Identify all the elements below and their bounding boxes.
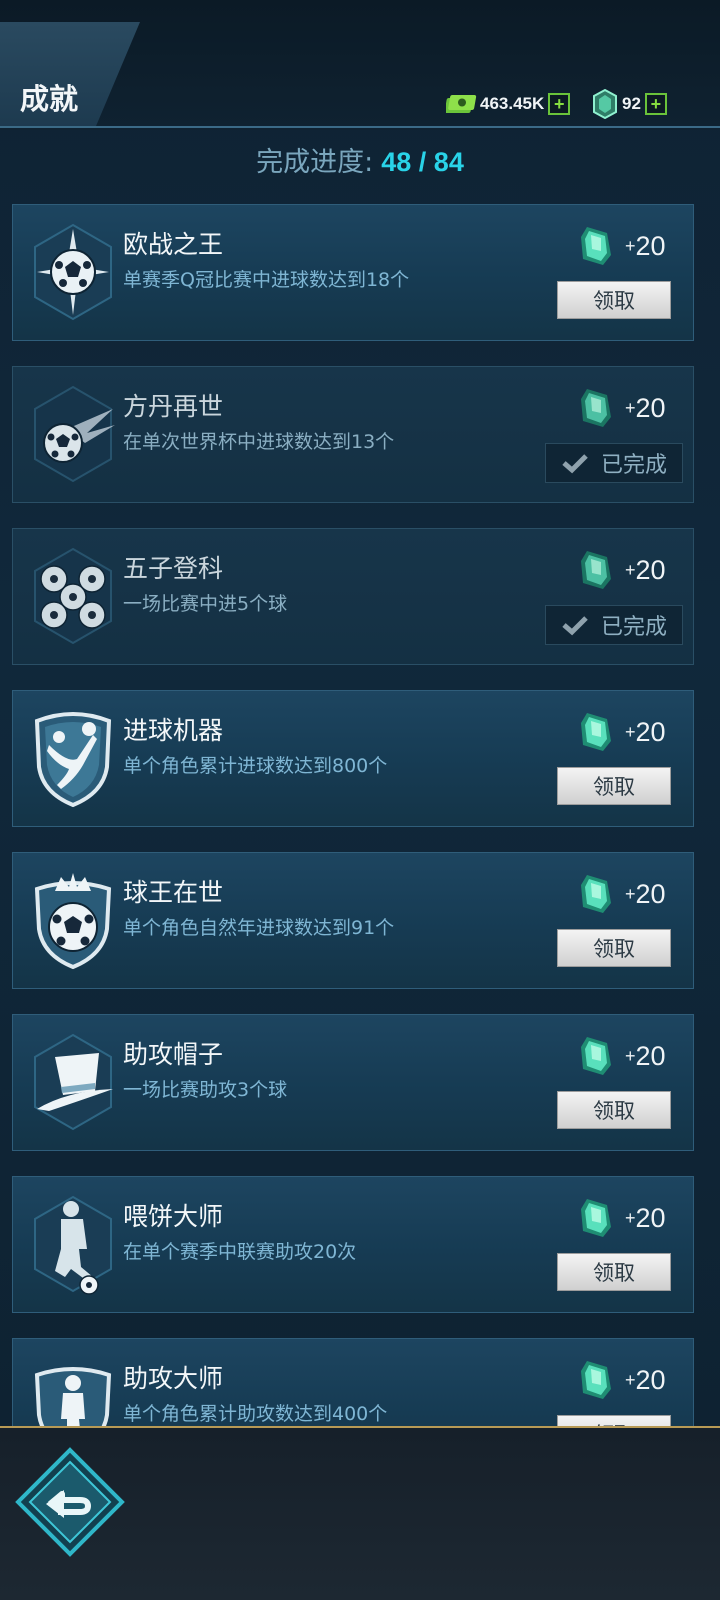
achievement-description: 单个角色累计助攻数达到400个 [123,1403,388,1425]
achievement-list[interactable]: 欧战之王 单赛季Q冠比赛中进球数达到18个 +20 领取 方丹再世 在单次世界杯… [12,204,708,1426]
gem-reward-icon [581,389,611,427]
gem-icon [593,89,617,119]
reward-amount: +20 [625,879,666,909]
five-balls-icon [34,547,112,645]
claim-button[interactable]: 领取 [557,1415,671,1426]
achievement-description: 一场比赛助攻3个球 [123,1079,288,1101]
reward-amount: +20 [625,717,666,747]
completed-label: 已完成 [600,453,667,478]
back-button[interactable] [14,1446,126,1558]
page-title: 成就 [20,82,79,116]
gem-reward-icon [581,875,611,913]
achievement-description: 在单次世界杯中进球数达到13个 [123,431,395,453]
achievement-description: 一场比赛中进5个球 [123,593,288,615]
gem-value: 92 [622,94,641,113]
player-shield-icon [34,1367,112,1426]
achievement-card: 进球机器 单个角色累计进球数达到800个 +20 领取 [12,690,694,827]
add-gems-button[interactable]: + [644,93,667,115]
achievement-title: 方丹再世 [123,392,224,421]
top-bar: 成就 463.45K + 92 + [0,0,720,130]
gem-reward-icon [581,1361,611,1399]
achievement-title: 球王在世 [123,878,224,907]
player-assist-icon [34,1195,112,1295]
achievement-card: 喂饼大师 在单个赛季中联赛助攻20次 +20 领取 [12,1176,694,1313]
checkmark-icon [562,616,588,636]
flying-ball-icon [34,385,115,483]
checkmark-icon [562,454,588,474]
gem-reward-icon [581,1037,611,1075]
achievement-title: 欧战之王 [123,230,224,259]
achievement-card: 助攻大师 单个角色累计助攻数达到400个 +20 领取 [12,1338,694,1426]
bicycle-kick-shield-icon [34,712,112,808]
gem-counter: 92 + [592,89,667,119]
achievement-title: 五子登科 [123,554,224,583]
add-cash-button[interactable]: + [548,93,571,115]
achievement-description: 单个角色累计进球数达到800个 [123,755,388,777]
completed-badge: 已完成 [545,605,683,645]
claim-button[interactable]: 领取 [557,929,671,967]
claim-button[interactable]: 领取 [557,1253,671,1291]
achievement-card: 球王在世 单个角色自然年进球数达到91个 +20 领取 [12,852,694,989]
gem-reward-icon [581,713,611,751]
achievement-description: 在单个赛季中联赛助攻20次 [123,1241,357,1263]
achievement-title: 助攻大师 [123,1364,224,1393]
progress-label: 完成进度: [256,147,374,178]
claim-button[interactable]: 领取 [557,767,671,805]
cash-value: 463.45K [480,94,545,113]
reward-amount: +20 [625,1203,666,1233]
achievement-card: 助攻帽子 一场比赛助攻3个球 +20 领取 [12,1014,694,1151]
completed-badge: 已完成 [545,443,683,483]
achievement-card: 方丹再世 在单次世界杯中进球数达到13个 +20 已完成 [12,366,694,503]
claim-button[interactable]: 领取 [557,1091,671,1129]
achievement-description: 单赛季Q冠比赛中进球数达到18个 [123,269,410,291]
gem-reward-icon [581,1199,611,1237]
reward-amount: +20 [625,1041,666,1071]
gem-reward-icon [581,227,611,265]
progress-value: 48 / 84 [381,147,464,177]
crown-ball-shield-icon [34,873,112,970]
achievement-title: 喂饼大师 [123,1202,224,1231]
achievement-card: 欧战之王 单赛季Q冠比赛中进球数达到18个 +20 领取 [12,204,694,341]
achievement-description: 单个角色自然年进球数达到91个 [123,917,395,939]
bottom-bar [0,1426,720,1600]
cash-counter: 463.45K + [446,90,571,118]
achievement-card: 五子登科 一场比赛中进5个球 +20 已完成 [12,528,694,665]
completion-progress: 完成进度: 48 / 84 [0,140,720,179]
achievement-title: 助攻帽子 [123,1040,224,1069]
reward-amount: +20 [625,393,666,423]
reward-amount: +20 [625,555,666,585]
gem-reward-icon [581,551,611,589]
reward-amount: +20 [625,1365,666,1395]
compass-ball-icon [34,223,112,321]
claim-button[interactable]: 领取 [557,281,671,319]
cash-icon [446,95,477,113]
top-hat-icon [34,1033,113,1131]
achievement-title: 进球机器 [123,716,224,745]
header-divider [0,126,720,128]
completed-label: 已完成 [600,615,667,640]
reward-amount: +20 [625,231,666,261]
